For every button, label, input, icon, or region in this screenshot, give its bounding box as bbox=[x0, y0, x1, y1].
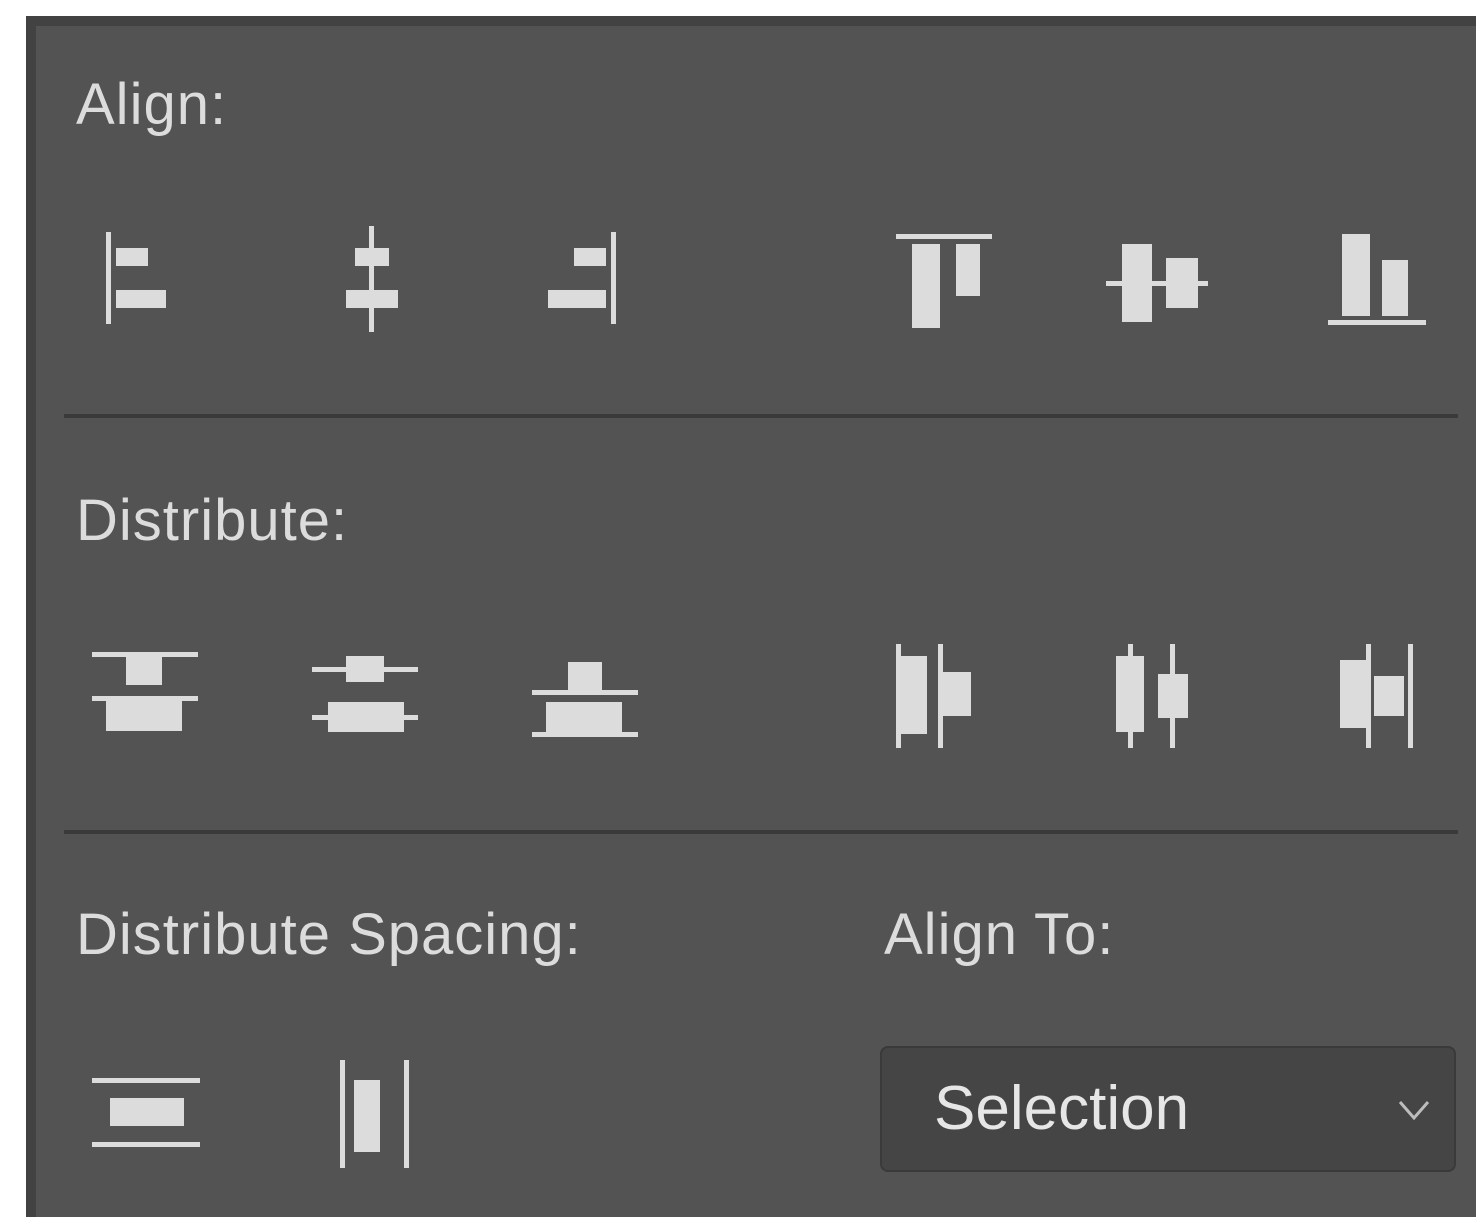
align-bottom-icon bbox=[1328, 234, 1426, 325]
align-heading: Align: bbox=[76, 72, 228, 137]
align-horizontal-centers-button[interactable] bbox=[316, 224, 426, 334]
distribute-heading: Distribute: bbox=[76, 488, 349, 553]
align-left-icon bbox=[106, 232, 166, 324]
distribute-vertical-centers-button[interactable] bbox=[310, 640, 420, 750]
align-right-icon bbox=[548, 232, 616, 324]
distribute-top-edges-button[interactable] bbox=[90, 640, 200, 750]
distribute-horizontal-center-icon bbox=[1116, 644, 1188, 748]
section-divider bbox=[64, 830, 1458, 834]
distribute-horizontal-spacing-button[interactable] bbox=[310, 1058, 420, 1168]
section-divider bbox=[64, 414, 1458, 418]
distribute-horizontal-spacing-icon bbox=[340, 1060, 409, 1168]
distribute-bottom-edges-button[interactable] bbox=[530, 640, 640, 750]
distribute-right-icon bbox=[1340, 644, 1413, 748]
align-vertical-center-icon bbox=[1106, 244, 1208, 322]
align-top-edges-button[interactable] bbox=[882, 224, 992, 334]
window-frame: Align: Distribute: Distribute Spacing: A… bbox=[0, 0, 1476, 1217]
distribute-right-edges-button[interactable] bbox=[1322, 640, 1432, 750]
distribute-vertical-center-icon bbox=[312, 656, 418, 732]
distribute-spacing-heading: Distribute Spacing: bbox=[76, 902, 582, 967]
align-to-heading: Align To: bbox=[884, 902, 1115, 967]
align-right-edges-button[interactable] bbox=[526, 224, 636, 334]
chevron-down-icon bbox=[1398, 1101, 1430, 1121]
distribute-horizontal-centers-button[interactable] bbox=[1102, 640, 1212, 750]
distribute-bottom-icon bbox=[532, 662, 638, 737]
align-bottom-edges-button[interactable] bbox=[1322, 224, 1432, 334]
distribute-top-icon bbox=[92, 652, 198, 731]
align-to-selected-value: Selection bbox=[934, 1074, 1190, 1143]
align-top-icon bbox=[896, 234, 992, 328]
align-panel: Align: Distribute: Distribute Spacing: A… bbox=[26, 16, 1476, 1217]
distribute-vertical-spacing-button[interactable] bbox=[90, 1058, 200, 1168]
align-horizontal-center-icon bbox=[346, 226, 398, 332]
distribute-left-edges-button[interactable] bbox=[882, 640, 992, 750]
align-to-dropdown[interactable]: Selection bbox=[880, 1046, 1456, 1172]
distribute-vertical-spacing-icon bbox=[92, 1078, 200, 1147]
align-left-edges-button[interactable] bbox=[86, 224, 196, 334]
distribute-left-icon bbox=[896, 644, 971, 748]
align-vertical-centers-button[interactable] bbox=[1102, 224, 1212, 334]
